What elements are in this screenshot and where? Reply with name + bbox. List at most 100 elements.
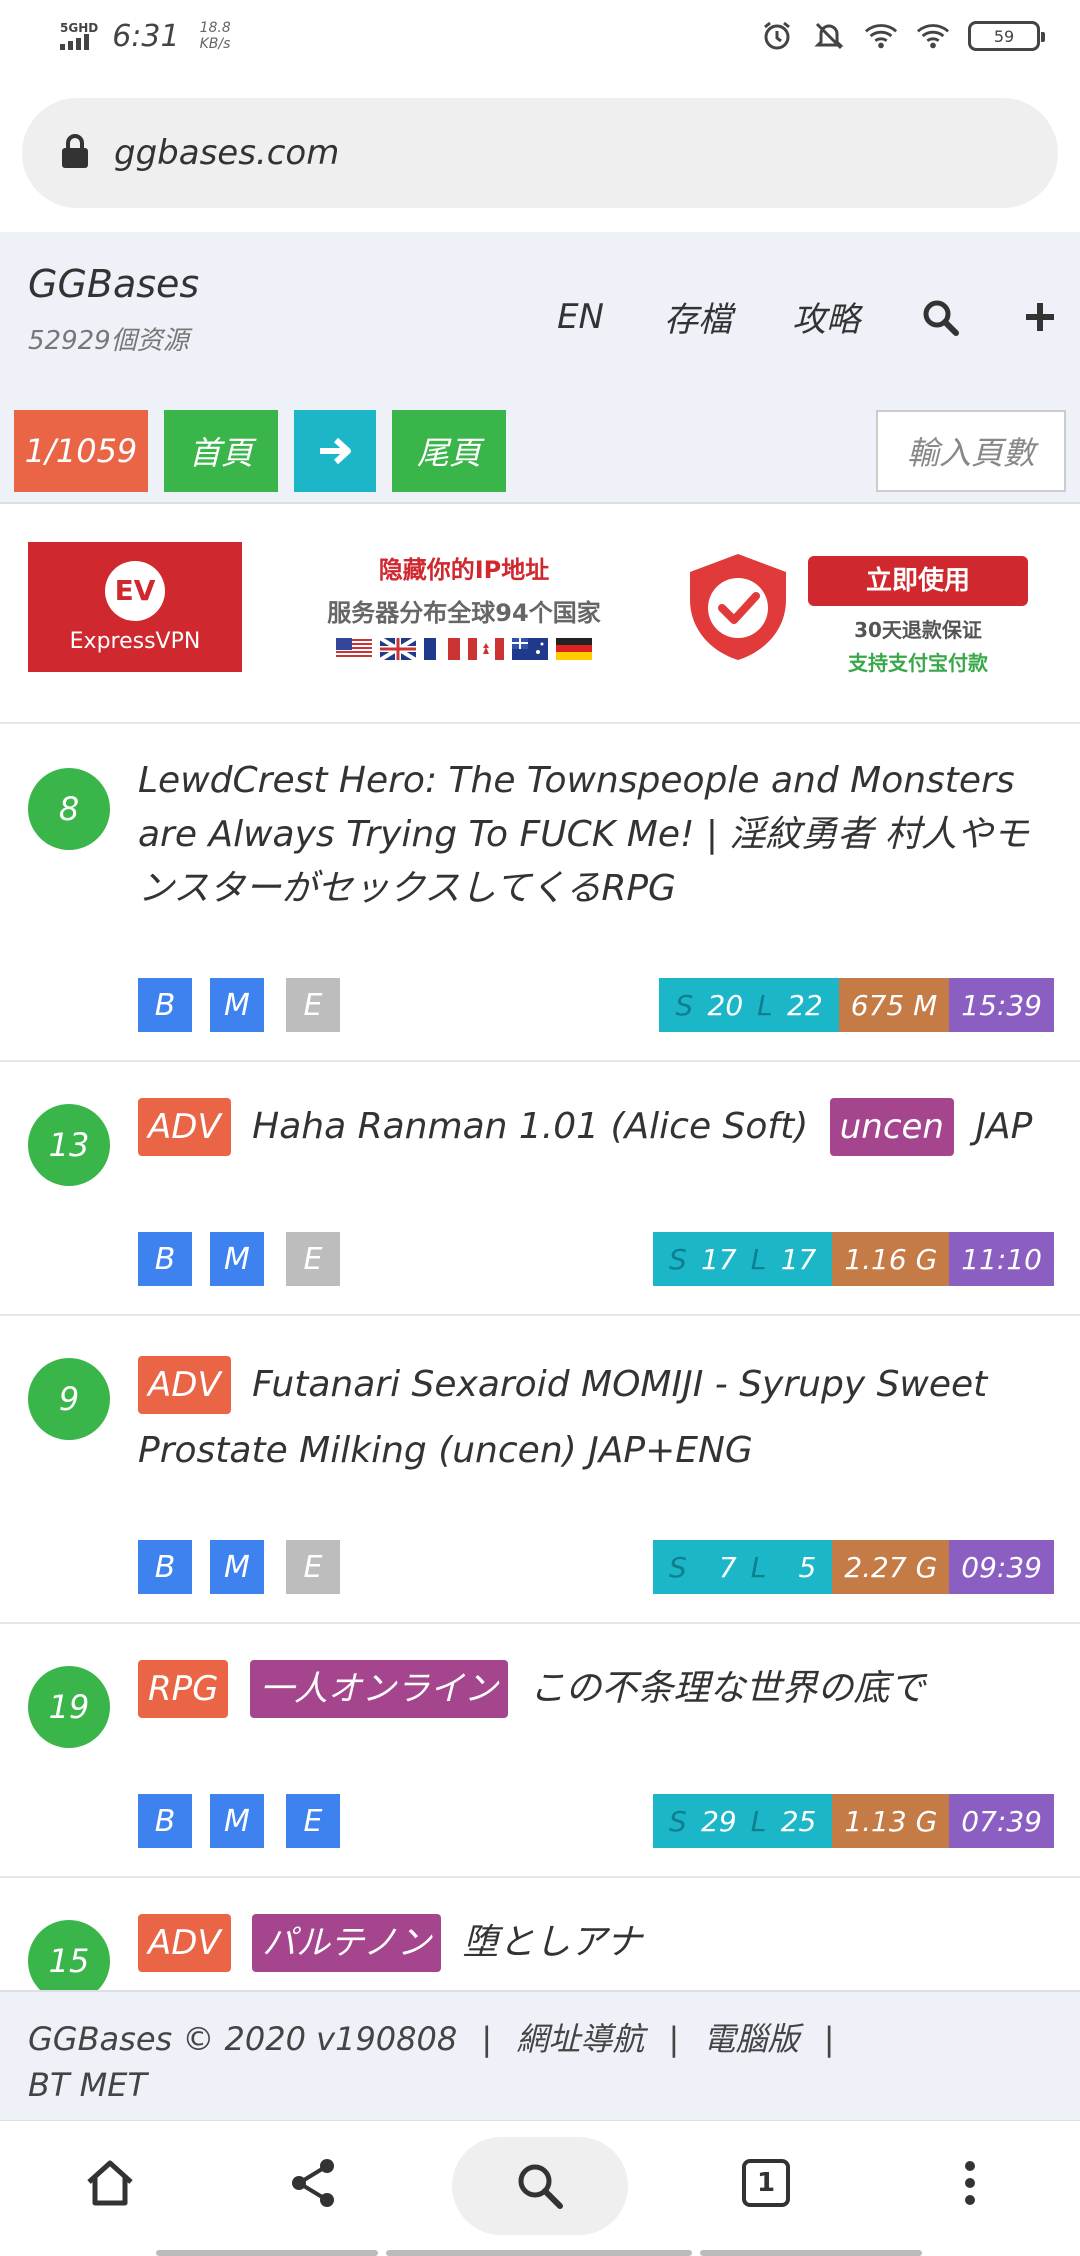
- seeders-count: 29: [701, 1804, 737, 1838]
- item-title-row[interactable]: ADV Haha Ranman 1.01 (Alice Soft) uncen …: [138, 1098, 1060, 1156]
- item-title[interactable]: 堕としアナ: [463, 1922, 642, 1963]
- de-flag-icon: [556, 638, 592, 660]
- item-title-row[interactable]: ADV Futanari Sexaroid MOMIJI - Syrupy Sw…: [138, 1352, 1060, 1484]
- last-page-button[interactable]: 尾頁: [392, 410, 506, 492]
- score-badge: 19: [28, 1666, 110, 1748]
- flag-b: B: [138, 1540, 192, 1594]
- category-tag[interactable]: RPG: [138, 1660, 229, 1718]
- leechers-label: L: [757, 988, 773, 1022]
- au-flag-icon: [512, 638, 548, 660]
- ad-banner[interactable]: EV ExpressVPN 隐藏你的IP地址 服务器分布全球94个国家 立即使用…: [0, 504, 1080, 724]
- share-icon[interactable]: [274, 2143, 354, 2223]
- list-item[interactable]: 8 LewdCrest Hero: The Townspeople and Mo…: [0, 724, 1080, 1062]
- gesture-bar: [156, 2250, 378, 2256]
- footer-link-btmet[interactable]: BT MET: [28, 2066, 147, 2104]
- nav-guides[interactable]: 攻略: [792, 292, 860, 341]
- score-badge: 8: [28, 768, 110, 850]
- ad-refund: 30天退款保证: [854, 618, 982, 642]
- item-meta: B M E S 7 L 5 2.27 G 09:39: [138, 1540, 1054, 1594]
- item-stats: S 7 L 5 2.27 G 09:39: [652, 1540, 1054, 1594]
- seeders-count: 17: [701, 1242, 737, 1276]
- tabs-button[interactable]: 1: [726, 2143, 806, 2223]
- ad-use-now-button[interactable]: 立即使用: [808, 556, 1028, 606]
- status-bar: 5GHD 6:31 18.8 KB/s 59: [0, 0, 1080, 72]
- flag-b: B: [138, 1232, 192, 1286]
- gesture-bar: [700, 2250, 922, 2256]
- circle-tag[interactable]: 一人オンライン: [249, 1660, 508, 1718]
- address-bar[interactable]: ggbases.com: [22, 98, 1058, 208]
- speed-unit: KB/s: [199, 36, 231, 52]
- leechers-count: 5: [798, 1550, 817, 1584]
- nav-language[interactable]: EN: [557, 297, 604, 337]
- signal-icon: [60, 34, 98, 50]
- seed-leech-stats: S 29 L 25: [652, 1794, 833, 1848]
- resource-count: 52929個资源: [28, 326, 189, 356]
- ad-message: 隐藏你的IP地址 服务器分布全球94个国家: [304, 550, 624, 660]
- footer-separator: |: [823, 2020, 835, 2058]
- nav-archive[interactable]: 存檔: [664, 292, 732, 341]
- flag-e: E: [286, 1794, 340, 1848]
- battery-icon: 59: [968, 21, 1045, 51]
- search-icon: [518, 2164, 563, 2209]
- more-menu-icon[interactable]: [930, 2143, 1010, 2223]
- seeders-label: S: [668, 1804, 687, 1838]
- brand: GGBases 52929個资源: [28, 262, 199, 357]
- us-flag-icon: [336, 638, 372, 660]
- ad-logo-text: ExpressVPN: [69, 628, 201, 654]
- seeders-label: S: [668, 1242, 687, 1276]
- site-title[interactable]: GGBases: [28, 262, 199, 306]
- item-title-row[interactable]: ADV パルテノン 堕としアナ: [138, 1914, 1060, 1972]
- pagination: 1/1059 首頁 尾頁: [14, 410, 506, 492]
- item-stats: S 17 L 17 1.16 G 11:10: [652, 1232, 1054, 1286]
- site-footer: GGBases © 2020 v190808 | 網址導航 | 電腦版 | BT…: [0, 1990, 1080, 2120]
- item-title[interactable]: Futanari Sexaroid MOMIJI - Syrupy Sweet …: [138, 1364, 987, 1471]
- plus-icon[interactable]: [1020, 297, 1060, 337]
- uncen-tag[interactable]: uncen: [829, 1098, 954, 1156]
- resource-list: 8 LewdCrest Hero: The Townspeople and Mo…: [0, 724, 1080, 1990]
- footer-link-navigation[interactable]: 網址導航: [516, 2020, 644, 2058]
- ad-headline: 隐藏你的IP地址: [378, 556, 550, 584]
- language-suffix: JAP: [975, 1106, 1033, 1147]
- network-type: 5GHD: [60, 21, 99, 35]
- category-tag[interactable]: ADV: [138, 1356, 231, 1414]
- first-page-button[interactable]: 首頁: [164, 410, 278, 492]
- item-title[interactable]: Haha Ranman 1.01 (Alice Soft): [252, 1106, 808, 1147]
- flag-m: M: [210, 1794, 264, 1848]
- item-title[interactable]: この不条理な世界の底で: [529, 1668, 925, 1709]
- list-item[interactable]: 9 ADV Futanari Sexaroid MOMIJI - Syrupy …: [0, 1316, 1080, 1624]
- flag-m: M: [210, 1232, 264, 1286]
- ad-payment: 支持支付宝付款: [848, 651, 988, 675]
- ad-cta[interactable]: 立即使用 30天退款保证 支持支付宝付款: [808, 556, 1028, 676]
- leechers-label: L: [750, 1804, 767, 1838]
- home-icon[interactable]: [70, 2143, 150, 2223]
- list-item[interactable]: 15 ADV パルテノン 堕としアナ: [0, 1878, 1080, 1990]
- url-text[interactable]: ggbases.com: [114, 133, 339, 173]
- score-badge: 9: [28, 1358, 110, 1440]
- file-size: 1.16 G: [832, 1232, 950, 1286]
- seeders-label: S: [668, 1550, 687, 1584]
- upload-time: 07:39: [949, 1794, 1054, 1848]
- flag-e: E: [286, 1232, 340, 1286]
- category-tag[interactable]: ADV: [138, 1914, 231, 1972]
- ad-subline: 服务器分布全球94个国家: [327, 599, 601, 627]
- next-page-button[interactable]: [294, 410, 376, 492]
- ca-flag-icon: [468, 638, 504, 660]
- search-icon[interactable]: [920, 297, 960, 337]
- top-nav: EN 存檔 攻略: [557, 292, 1060, 341]
- page-number-input[interactable]: 輸入頁數: [876, 410, 1066, 492]
- leechers-count: 17: [780, 1242, 817, 1276]
- category-tag[interactable]: ADV: [138, 1098, 231, 1156]
- list-item[interactable]: 13 ADV Haha Ranman 1.01 (Alice Soft) unc…: [0, 1062, 1080, 1316]
- file-size: 1.13 G: [832, 1794, 950, 1848]
- country-flags: [304, 638, 624, 660]
- item-meta: B M E S 29 L 25 1.13 G 07:39: [138, 1794, 1054, 1848]
- search-button[interactable]: [452, 2137, 628, 2235]
- footer-link-desktop[interactable]: 電腦版: [704, 2020, 800, 2058]
- item-title[interactable]: LewdCrest Hero: The Townspeople and Mons…: [138, 754, 1060, 916]
- score-badge: 15: [28, 1920, 110, 1990]
- arrow-right-icon: [320, 437, 351, 465]
- list-item[interactable]: 19 RPG 一人オンライン この不条理な世界の底で B M E S 29 L …: [0, 1624, 1080, 1878]
- item-title-row[interactable]: RPG 一人オンライン この不条理な世界の底で: [138, 1660, 1060, 1718]
- circle-tag[interactable]: パルテノン: [252, 1914, 442, 1972]
- upload-time: 09:39: [949, 1540, 1054, 1594]
